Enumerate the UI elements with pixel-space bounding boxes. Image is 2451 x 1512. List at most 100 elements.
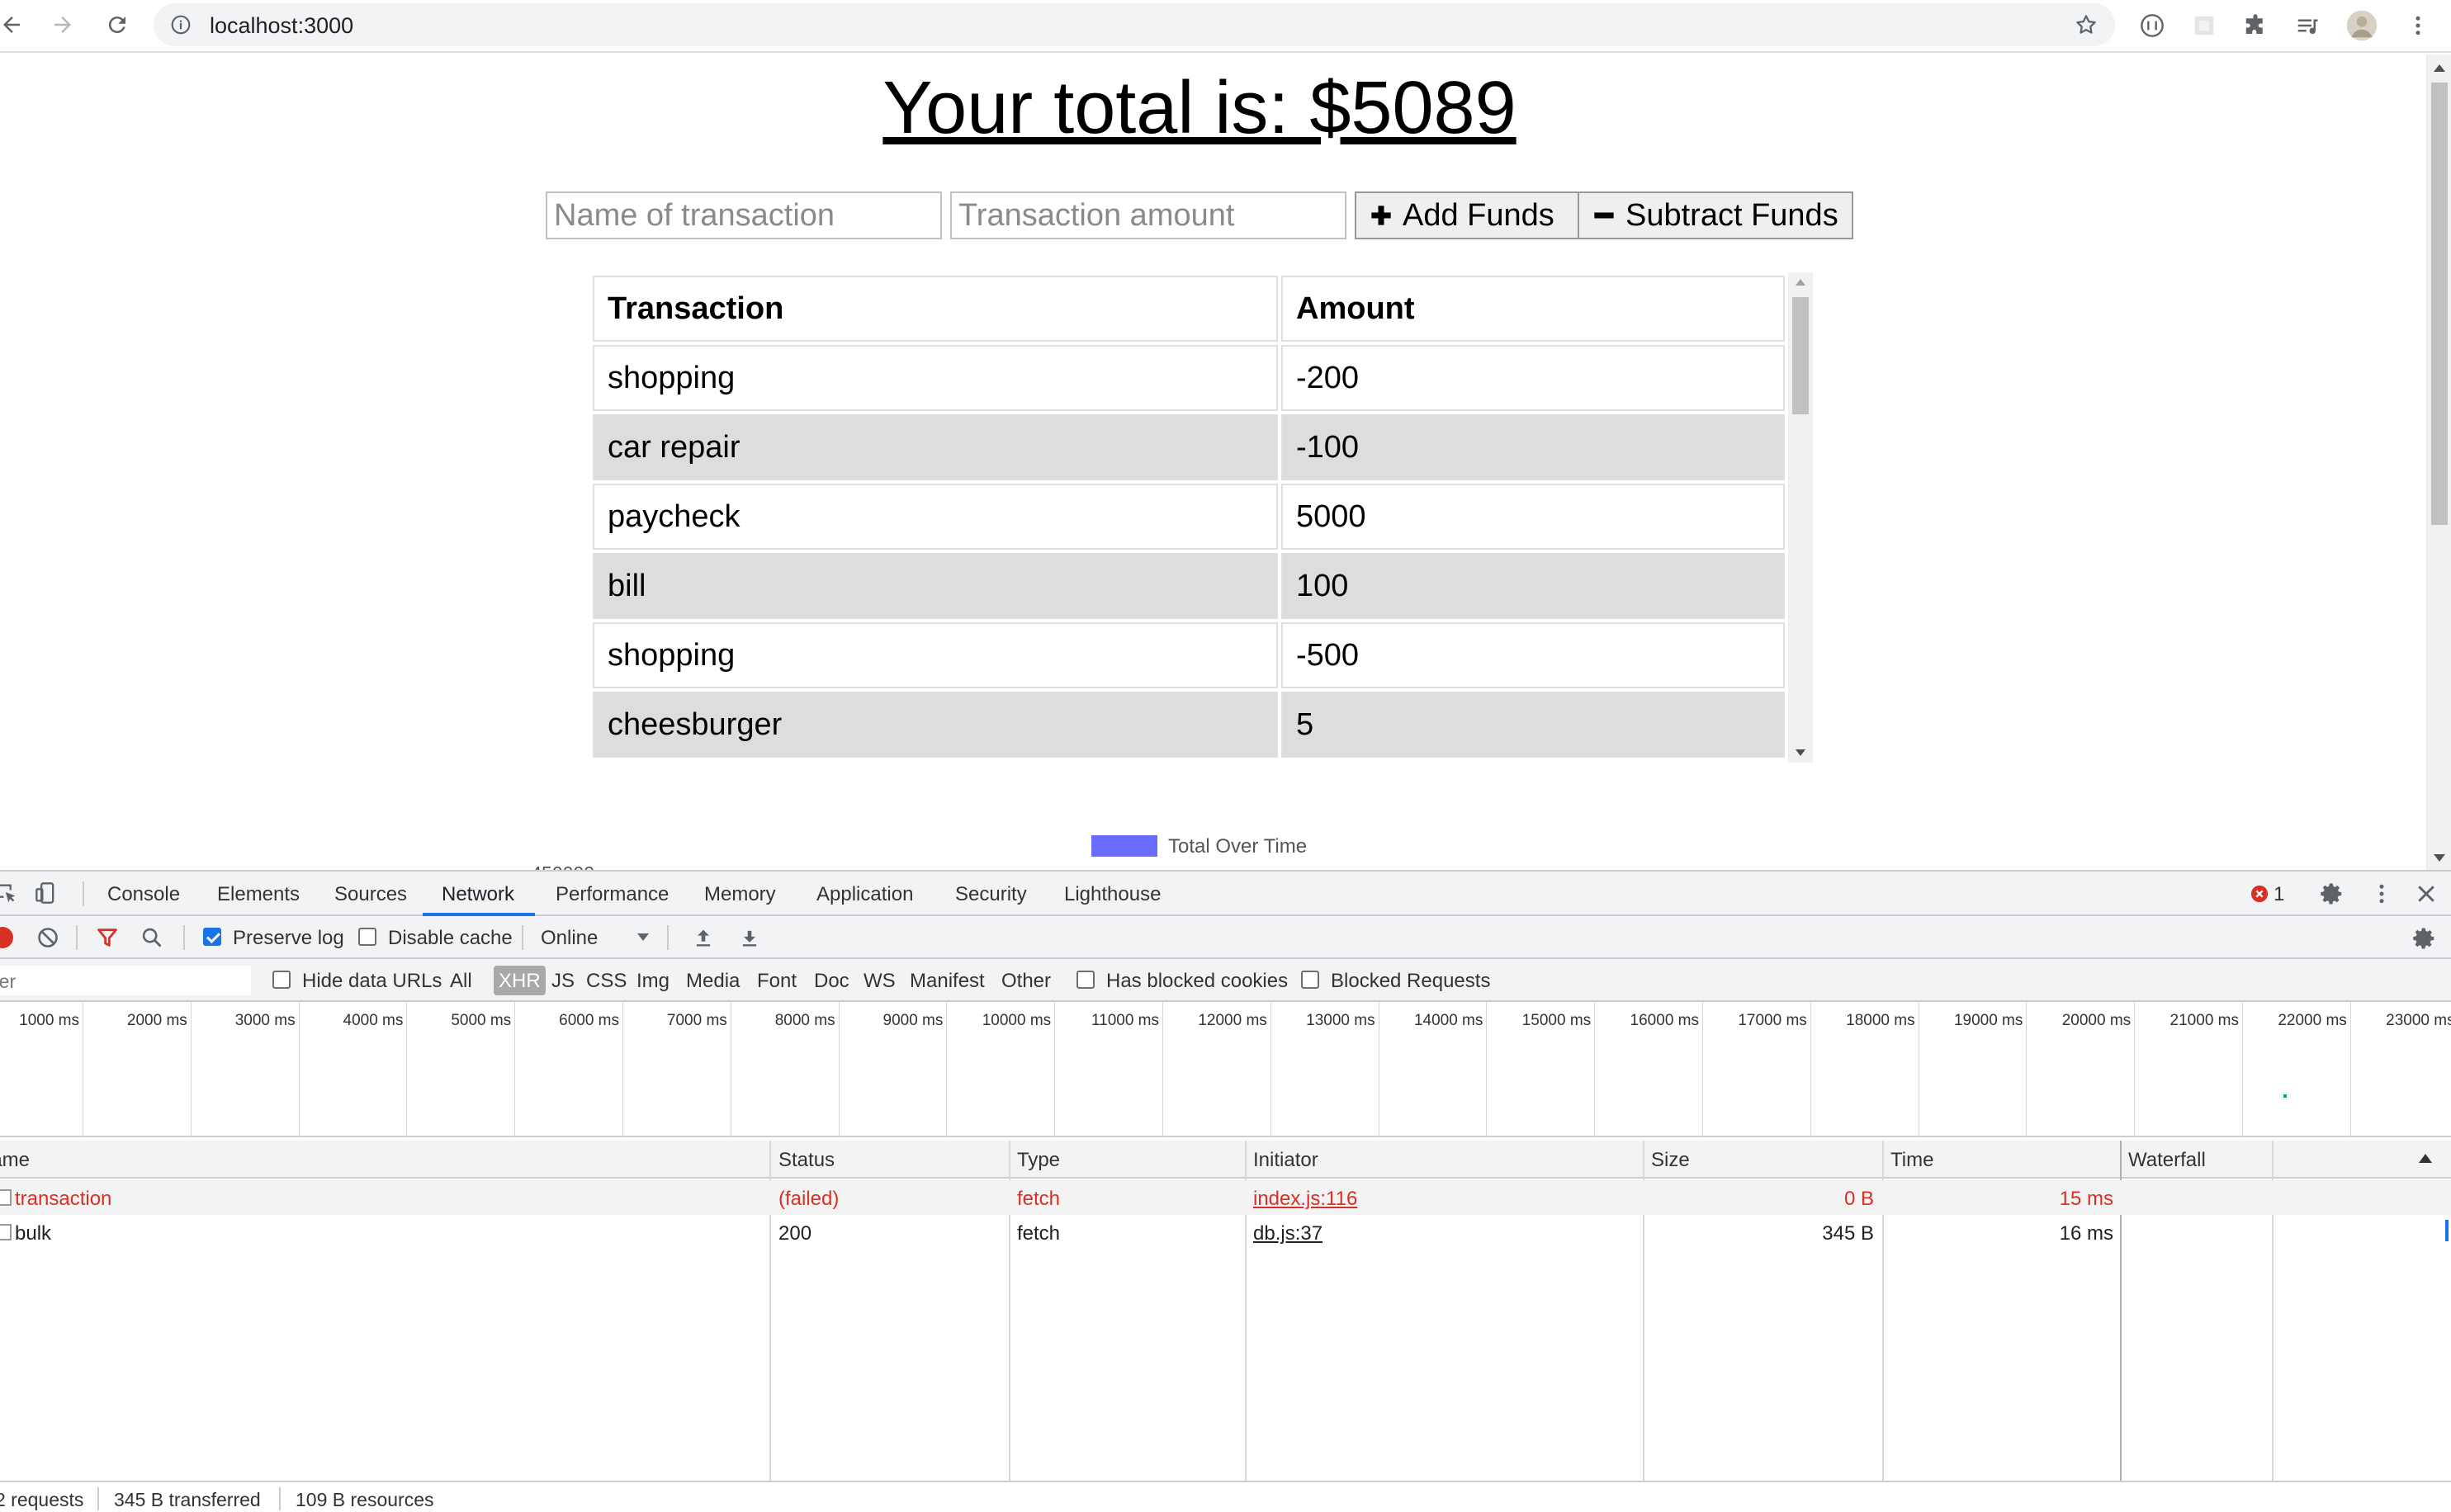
back-icon[interactable]	[0, 8, 28, 41]
profile-avatar[interactable]	[2346, 10, 2378, 41]
filter-icon[interactable]	[96, 926, 119, 953]
devtools-menu-icon[interactable]	[2369, 881, 2394, 910]
request-time: 16 ms	[2059, 1222, 2113, 1245]
blocked-requests-label[interactable]: Blocked Requests	[1331, 970, 1490, 993]
site-info-icon[interactable]	[170, 14, 192, 40]
column-header-name[interactable]: Name	[0, 1149, 30, 1172]
scroll-down-arrow-icon[interactable]	[1796, 749, 1805, 756]
status-resources: 109 B resources	[296, 1489, 434, 1510]
filter-type-font[interactable]: Font	[757, 970, 797, 993]
page-scroll-down-icon[interactable]	[2434, 854, 2445, 862]
transaction-amount-input[interactable]	[950, 191, 1346, 239]
request-name[interactable]: bulk	[15, 1222, 51, 1245]
column-header-size[interactable]: Size	[1651, 1149, 1690, 1172]
overview-gridline	[2134, 1002, 2136, 1137]
add-funds-button[interactable]: Add Funds	[1355, 191, 1579, 239]
address-bar[interactable]: localhost:3000	[154, 3, 2115, 46]
transaction-name-input[interactable]	[546, 191, 942, 239]
request-row[interactable]: bulk 200 fetch db.js:37 345 B 16 ms	[0, 1215, 2451, 1250]
extension-grammar-icon[interactable]	[2136, 10, 2168, 41]
overview-gridline	[1162, 1002, 1163, 1137]
tab-elements[interactable]: Elements	[217, 883, 300, 906]
inspect-element-icon[interactable]	[0, 881, 18, 909]
overview-tick-label: 1000 ms	[19, 1012, 79, 1029]
filter-type-doc[interactable]: Doc	[814, 970, 849, 993]
throttling-select[interactable]: Online	[541, 927, 598, 950]
scroll-up-arrow-icon[interactable]	[1796, 279, 1805, 286]
network-overview-timeline[interactable]: 1000 ms 2000 ms 3000 ms 4000 ms 5000 ms 6000 …	[0, 1002, 2451, 1137]
subtract-funds-button[interactable]: Subtract Funds	[1578, 191, 1853, 239]
hide-data-urls-label[interactable]: Hide data URLs	[302, 970, 442, 993]
preserve-log-label[interactable]: Preserve log	[233, 927, 344, 950]
table-scrollbar-thumb[interactable]	[1792, 297, 1809, 414]
search-icon[interactable]	[140, 926, 163, 953]
filter-input[interactable]: Filter	[0, 966, 251, 995]
tab-console[interactable]: Console	[107, 883, 180, 906]
extension-square-icon[interactable]	[2188, 10, 2220, 41]
sort-ascending-icon[interactable]	[2419, 1154, 2432, 1163]
column-header-waterfall[interactable]: Waterfall	[2128, 1149, 2206, 1172]
preserve-log-checkbox[interactable]	[203, 928, 221, 946]
filter-type-all[interactable]: All	[450, 970, 472, 993]
browser-menu-icon[interactable]	[2402, 10, 2434, 41]
overview-gridline	[406, 1002, 408, 1137]
overview-tick-label: 21000 ms	[2169, 1012, 2239, 1029]
clear-icon[interactable]	[36, 926, 59, 953]
settings-gear-icon[interactable]	[2320, 881, 2345, 910]
export-har-icon[interactable]	[738, 926, 761, 953]
filter-type-img[interactable]: Img	[636, 970, 670, 993]
has-blocked-cookies-label[interactable]: Has blocked cookies	[1106, 970, 1288, 993]
filter-type-media[interactable]: Media	[686, 970, 740, 993]
table-scrollbar[interactable]	[1788, 272, 1813, 763]
tab-performance[interactable]: Performance	[556, 883, 669, 906]
filter-type-ws[interactable]: WS	[864, 970, 896, 993]
filter-type-other[interactable]: Other	[1001, 970, 1051, 993]
chevron-down-icon[interactable]	[637, 933, 649, 941]
bookmark-star-icon[interactable]	[2074, 12, 2098, 41]
forward-icon[interactable]	[46, 8, 79, 41]
close-devtools-icon[interactable]	[2414, 881, 2439, 910]
overview-tick-label: 18000 ms	[1846, 1012, 1915, 1029]
tab-network[interactable]: Network	[442, 883, 514, 906]
table-row: shopping -200	[593, 345, 1785, 411]
column-header-status[interactable]: Status	[778, 1149, 835, 1172]
column-header-type[interactable]: Type	[1017, 1149, 1060, 1172]
tab-sources[interactable]: Sources	[334, 883, 407, 906]
import-har-icon[interactable]	[692, 926, 715, 953]
table-row: paycheck 5000	[593, 484, 1785, 550]
filter-type-manifest[interactable]: Manifest	[910, 970, 985, 993]
request-initiator-link[interactable]: db.js:37	[1253, 1222, 1322, 1245]
disable-cache-label[interactable]: Disable cache	[388, 927, 513, 950]
request-row[interactable]: transaction (failed) fetch index.js:116 …	[0, 1180, 2451, 1215]
tab-security[interactable]: Security	[955, 883, 1027, 906]
tab-application[interactable]: Application	[816, 883, 913, 906]
hide-data-urls-checkbox[interactable]	[272, 971, 291, 989]
filter-type-css[interactable]: CSS	[586, 970, 627, 993]
extensions-puzzle-icon[interactable]	[2240, 10, 2271, 41]
has-blocked-cookies-checkbox[interactable]	[1076, 971, 1095, 989]
column-header-initiator[interactable]: Initiator	[1253, 1149, 1318, 1172]
media-queue-icon[interactable]	[2292, 10, 2323, 41]
record-icon[interactable]	[0, 927, 13, 948]
error-icon[interactable]	[2250, 885, 2269, 907]
tab-memory[interactable]: Memory	[704, 883, 776, 906]
error-count[interactable]: 1	[2274, 883, 2284, 906]
page-scrollbar-thumb[interactable]	[2431, 83, 2448, 525]
transactions-table-container[interactable]: Transaction Amount shopping -200 car rep…	[589, 272, 1813, 763]
disable-cache-checkbox[interactable]	[358, 928, 376, 946]
filter-type-js[interactable]: JS	[551, 970, 575, 993]
request-initiator-link[interactable]: index.js:116	[1253, 1188, 1357, 1211]
overview-tick-label: 6000 ms	[559, 1012, 619, 1029]
filter-type-xhr[interactable]: XHR	[494, 966, 546, 995]
reload-icon[interactable]	[101, 8, 134, 41]
subtract-funds-label: Subtract Funds	[1625, 197, 1838, 233]
device-toolbar-icon[interactable]	[35, 881, 58, 909]
blocked-requests-checkbox[interactable]	[1301, 971, 1319, 989]
total-heading: Your total is: $5089	[882, 67, 1516, 149]
network-settings-gear-icon[interactable]	[2412, 926, 2437, 955]
page-scroll-up-icon[interactable]	[2434, 64, 2445, 72]
page-scrollbar[interactable]	[2426, 54, 2451, 870]
tab-lighthouse[interactable]: Lighthouse	[1064, 883, 1161, 906]
request-name[interactable]: transaction	[15, 1188, 111, 1211]
column-header-time[interactable]: Time	[1890, 1149, 1933, 1172]
